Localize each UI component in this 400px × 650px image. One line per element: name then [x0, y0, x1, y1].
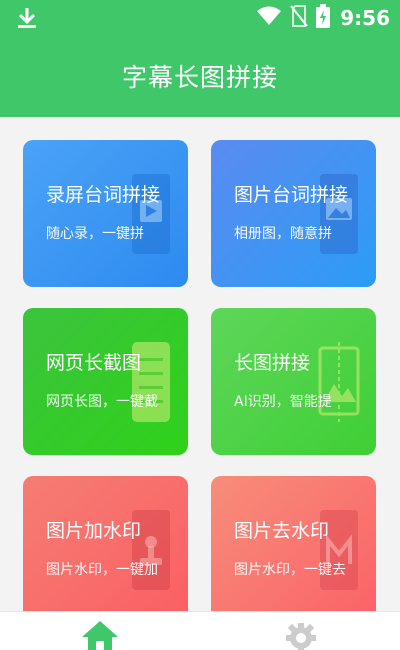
card-subtitle: AI识别，智能提: [234, 394, 332, 410]
card-subtitle: 网页长图，一键截: [46, 394, 158, 410]
card-webpage-long-screenshot[interactable]: 网页长截图 网页长图，一键截: [23, 308, 188, 455]
wifi-icon: [256, 6, 282, 30]
status-time: 9:56: [340, 6, 390, 30]
card-subtitle: 图片水印，一键去: [234, 562, 346, 578]
bottom-navigation: [0, 611, 400, 650]
card-title: 录屏台词拼接: [46, 184, 161, 206]
app-header: 9:56 字幕长图拼接: [0, 0, 400, 117]
status-bar: 9:56: [0, 0, 400, 36]
page-title: 字幕长图拼接: [121, 63, 278, 92]
card-title: 长图拼接: [234, 352, 311, 374]
card-subtitle: 随心录，一键拼: [46, 226, 144, 242]
card-subtitle: 相册图，随意拼: [234, 226, 332, 242]
card-title: 图片台词拼接: [234, 184, 349, 206]
card-title: 网页长截图: [46, 352, 142, 374]
card-remove-watermark[interactable]: 图片去水印 图片水印，一键去: [211, 476, 376, 623]
battery-charging-icon: [316, 4, 331, 32]
card-title: 图片去水印: [234, 520, 330, 542]
no-sim-icon: [290, 5, 309, 31]
card-image-subtitle-stitch[interactable]: 图片台词拼接 相册图，随意拼: [211, 140, 376, 287]
home-icon[interactable]: [80, 619, 120, 650]
download-icon: [16, 6, 38, 30]
card-screen-record-stitch[interactable]: 录屏台词拼接 随心录，一键拼: [23, 140, 188, 287]
card-title: 图片加水印: [46, 520, 142, 542]
card-add-watermark[interactable]: 图片加水印 图片水印，一键加: [23, 476, 188, 623]
gear-icon[interactable]: [282, 619, 320, 650]
stitch-icon: [316, 338, 362, 426]
card-long-image-stitch[interactable]: 长图拼接 AI识别，智能提: [211, 308, 376, 455]
card-subtitle: 图片水印，一键加: [46, 562, 158, 578]
